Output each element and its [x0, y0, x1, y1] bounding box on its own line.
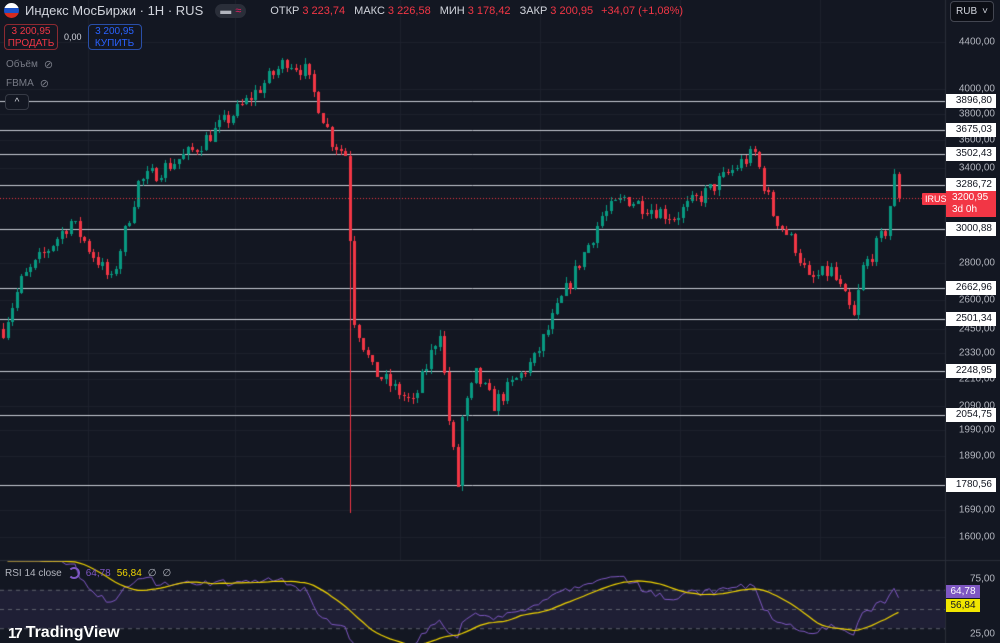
- rsi-extra-1: ∅: [147, 567, 157, 579]
- open-label: ОТКР: [270, 4, 300, 17]
- rsi-ma-label: 56,84: [946, 599, 980, 612]
- trade-panel: 3 200,95 ПРОДАТЬ 0,00 3 200,95 КУПИТЬ: [4, 24, 142, 50]
- rsi-value-label: 64,78: [946, 585, 980, 598]
- open-value: 3 223,74: [302, 4, 346, 17]
- level-label[interactable]: 3000,88: [946, 222, 996, 237]
- rsi-legend: RSI 14 close 64,78 56,84 ∅ ∅: [5, 567, 171, 579]
- price-tick: 1990,00: [958, 424, 995, 436]
- rsi-ma-value: 56,84: [116, 567, 142, 579]
- price-tick: 4400,00: [958, 36, 995, 48]
- level-label[interactable]: 3675,03: [946, 123, 996, 138]
- loading-icon: [67, 567, 80, 579]
- rsi-upper-tick: 75,00: [969, 573, 995, 585]
- level-label[interactable]: 3286,72: [946, 177, 996, 192]
- price-tick: 2330,00: [958, 347, 995, 359]
- level-label[interactable]: 3896,80: [946, 94, 996, 109]
- rsi-value: 64,78: [85, 567, 111, 579]
- level-label[interactable]: 2501,34: [946, 311, 996, 326]
- collapse-legend-button[interactable]: ^: [5, 94, 29, 110]
- close-value: 3 200,95: [550, 4, 594, 17]
- ohlc-readout: ОТКР 3 223,74 МАКС 3 226,58 МИН 3 178,42 ЗА…: [264, 5, 683, 17]
- indicator-fbma[interactable]: FBMA ⊘: [6, 77, 49, 90]
- tradingview-mark-icon: 17: [8, 624, 23, 642]
- buy-button[interactable]: 3 200,95 КУПИТЬ: [87, 24, 142, 50]
- tradingview-logo[interactable]: 17 TradingView: [8, 624, 120, 642]
- price-tick: 2600,00: [958, 294, 995, 306]
- change-value: +34,07 (+1,08%): [601, 4, 684, 17]
- rsi-title[interactable]: RSI 14 close: [5, 568, 62, 579]
- chart-mode-toggle[interactable]: ▬ ≈: [215, 3, 247, 18]
- price-tick: 2800,00: [958, 257, 995, 269]
- level-label[interactable]: 2054,75: [946, 407, 996, 422]
- indicator-volume[interactable]: Объём ⊘: [6, 58, 53, 71]
- rsi-lower-tick: 25,00: [969, 628, 995, 640]
- wave-mode-icon[interactable]: ≈: [235, 5, 241, 17]
- low-label: МИН: [439, 4, 465, 17]
- price-tick: 1690,00: [958, 504, 995, 516]
- close-label: ЗАКР: [519, 4, 548, 17]
- price-chart[interactable]: [0, 0, 1000, 643]
- level-label[interactable]: 1780,56: [946, 477, 996, 492]
- eye-crossed-icon[interactable]: ⊘: [44, 58, 53, 71]
- price-tick: 1890,00: [958, 450, 995, 462]
- low-value: 3 178,42: [467, 4, 511, 17]
- current-price-label: 3200,95 3d 0h: [946, 191, 996, 217]
- price-tick: 4000,00: [958, 83, 995, 95]
- price-tick: 3800,00: [958, 108, 995, 120]
- currency-select[interactable]: RUB ˅: [950, 1, 994, 22]
- chevron-down-icon: ˅: [982, 6, 988, 17]
- spread-value: 0,00: [64, 32, 82, 42]
- rsi-extra-2: ∅: [162, 567, 172, 579]
- level-label[interactable]: 3502,43: [946, 146, 996, 161]
- price-tick: 3400,00: [958, 162, 995, 174]
- russia-flag-icon: [4, 3, 19, 18]
- high-label: МАКС: [354, 4, 385, 17]
- level-label[interactable]: 2248,95: [946, 363, 996, 378]
- price-tick: 1600,00: [958, 531, 995, 543]
- symbol-header: Индекс МосБиржи · 1H · RUS ▬ ≈ ОТКР 3 223,…: [4, 3, 683, 18]
- eye-crossed-icon[interactable]: ⊘: [40, 77, 49, 90]
- level-label[interactable]: 2662,96: [946, 280, 996, 295]
- symbol-title[interactable]: Индекс МосБиржи · 1H · RUS: [25, 3, 203, 18]
- bars-mode-icon[interactable]: ▬: [220, 5, 231, 17]
- high-value: 3 226,58: [387, 4, 431, 17]
- sell-button[interactable]: 3 200,95 ПРОДАТЬ: [4, 24, 58, 50]
